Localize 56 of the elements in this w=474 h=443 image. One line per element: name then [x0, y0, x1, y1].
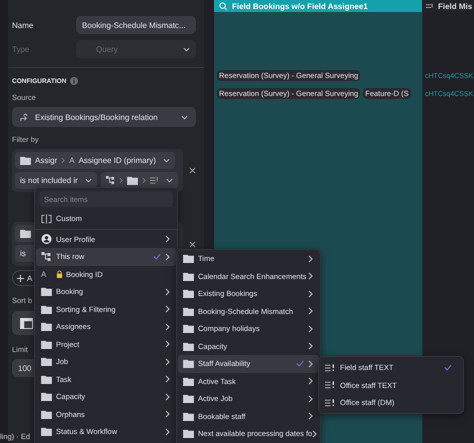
folder-icon	[41, 340, 52, 349]
folder-icon	[183, 289, 194, 298]
folder-icon	[20, 229, 31, 238]
list-icon	[325, 398, 336, 408]
folder-icon	[20, 156, 31, 165]
folder-icon	[183, 412, 194, 421]
field-selector[interactable]: Assigr A Assignee ID (primary)	[15, 152, 175, 169]
folder-icon	[183, 359, 194, 368]
folder-icon	[183, 272, 194, 281]
source-dropdown[interactable]: Existing Bookings/Booking relation	[12, 107, 196, 127]
folder-icon	[41, 374, 52, 384]
caret-icon	[162, 158, 170, 163]
list-icon	[425, 2, 434, 10]
folder-icon	[183, 429, 194, 438]
folder-icon	[41, 322, 52, 332]
folder-icon	[183, 254, 194, 264]
caret-icon	[181, 114, 188, 120]
operator-dropdown[interactable]: is not included ir	[15, 172, 97, 189]
name-label: Name	[12, 20, 34, 30]
type-label: Type	[12, 44, 30, 54]
folder-icon	[183, 376, 194, 386]
folder-icon	[41, 427, 52, 436]
hierarchy-icon	[106, 176, 115, 185]
folder-icon	[183, 342, 194, 351]
column-header[interactable]: Field Mis	[422, 0, 474, 12]
folder-icon	[41, 304, 52, 314]
search-icon	[219, 2, 228, 10]
name-field[interactable]: Booking-Schedule Mismatc...	[76, 16, 196, 34]
folder-icon	[41, 287, 52, 296]
table-icon	[20, 318, 32, 328]
chevron-icon	[142, 177, 146, 184]
close-icon[interactable]	[189, 240, 196, 248]
brackets-icon	[41, 214, 52, 224]
list-icon	[325, 380, 336, 390]
type-glyph: A	[41, 270, 46, 279]
info-icon[interactable]	[70, 77, 78, 85]
close-icon[interactable]	[189, 167, 196, 174]
folder-icon	[41, 392, 52, 402]
folder-icon	[41, 410, 52, 419]
user-icon	[41, 234, 52, 244]
chevron-icon	[61, 157, 66, 164]
relation-arrow-icon	[20, 112, 29, 122]
folder-icon	[183, 306, 194, 316]
hierarchy-icon	[41, 252, 52, 262]
chevron-icon	[118, 177, 123, 184]
folder-icon	[183, 394, 194, 404]
folder-icon	[41, 357, 52, 366]
caret-icon	[84, 178, 92, 183]
list-icon	[325, 362, 336, 373]
folder-icon	[183, 324, 194, 334]
lock-icon	[56, 270, 63, 279]
list-icon	[150, 176, 159, 185]
plus-icon	[16, 274, 25, 282]
caret-icon	[183, 46, 190, 52]
folder-icon	[126, 176, 138, 185]
caret-icon	[166, 178, 173, 183]
